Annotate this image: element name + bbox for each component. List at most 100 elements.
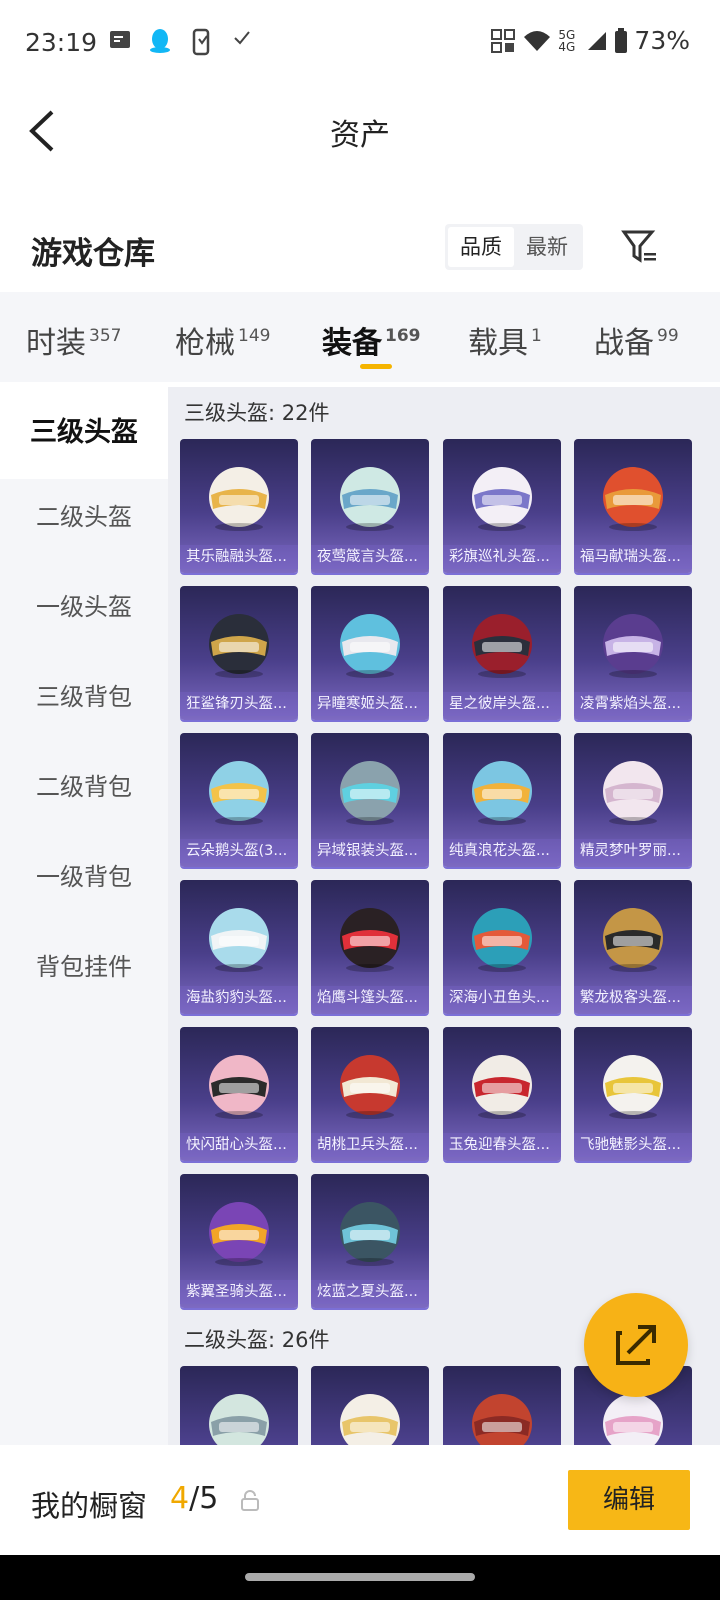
item-card[interactable]: 纯真浪花头盔... — [443, 733, 561, 867]
item-card[interactable]: 精灵梦叶罗丽... — [574, 733, 692, 867]
item-name: 精灵梦叶罗丽... — [574, 839, 692, 863]
sort-newest-button[interactable]: 最新 — [514, 227, 580, 267]
item-name: 玉兔迎春头盔... — [443, 1133, 561, 1157]
helmet-image — [199, 898, 279, 974]
active-tab-indicator — [360, 364, 392, 369]
helmet-image — [462, 457, 542, 533]
item-card[interactable]: 繁龙极客头盔... — [574, 880, 692, 1014]
item-card[interactable]: 紫翼圣骑头盔... — [180, 1174, 298, 1308]
item-name: 云朵鹅头盔(3... — [180, 839, 298, 863]
helmet-image — [462, 1045, 542, 1121]
item-card[interactable]: 夜莺箴言头盔... — [311, 439, 429, 573]
share-button[interactable] — [584, 1293, 688, 1397]
helmet-image — [330, 1384, 410, 1445]
tab-fashion[interactable]: 时装 357 — [26, 318, 121, 362]
item-name: 异瞳寒姬头盔... — [311, 692, 429, 716]
sidebar-item-backpack-charm[interactable]: 背包挂件 — [0, 921, 168, 1013]
item-card[interactable]: 胡桃卫兵头盔... — [311, 1027, 429, 1161]
helmet-image — [593, 751, 673, 827]
item-name: 其乐融融头盔... — [180, 545, 298, 569]
item-name: 繁龙极客头盔... — [574, 986, 692, 1010]
item-name: 星之彼岸头盔... — [443, 692, 561, 716]
sidebar-item-level1-backpack[interactable]: 一级背包 — [0, 831, 168, 923]
category-tabs: 时装 357 枪械 149 装备 169 载具 1 战备 99 — [0, 292, 720, 382]
helmet-image — [462, 604, 542, 680]
sort-quality-button[interactable]: 品质 — [448, 227, 514, 267]
helmet-image — [593, 604, 673, 680]
item-name: 异域银装头盔... — [311, 839, 429, 863]
helmet-image — [199, 1045, 279, 1121]
filter-icon[interactable] — [620, 226, 660, 266]
warehouse-title: 游戏仓库 — [31, 236, 155, 272]
item-card[interactable]: 云朵鹅头盔(3... — [180, 733, 298, 867]
item-name: 快闪甜心头盔... — [180, 1133, 298, 1157]
item-card[interactable]: 其乐融融头盔... — [180, 439, 298, 573]
helmet-image — [199, 1384, 279, 1445]
helmet-image — [199, 751, 279, 827]
helmet-image — [462, 1384, 542, 1445]
showcase-count: 4/5 — [170, 1481, 219, 1516]
lock-icon — [241, 1490, 259, 1511]
helmet-image — [330, 604, 410, 680]
home-indicator[interactable] — [245, 1573, 475, 1581]
status-bar: 23:19 5G 4G 73% — [0, 0, 720, 88]
item-card[interactable]: 凌霄紫焰头盔... — [574, 586, 692, 720]
status-time: 23:19 — [25, 28, 98, 57]
item-name: 海盐豹豹头盔... — [180, 986, 298, 1010]
item-name: 凌霄紫焰头盔... — [574, 692, 692, 716]
battery-percent: 73% — [634, 26, 690, 55]
helmet-image — [330, 457, 410, 533]
sort-toggle: 品质 最新 — [445, 224, 583, 270]
item-card[interactable]: 异域银装头盔... — [311, 733, 429, 867]
item-card[interactable]: 飞驰魅影头盔... — [574, 1027, 692, 1161]
item-card[interactable] — [180, 1366, 298, 1445]
section-label-level2-helmet: 二级头盔: 26件 — [184, 1328, 330, 1352]
item-card[interactable]: 狂鲨锋刃头盔... — [180, 586, 298, 720]
sidebar: 三级头盔 二级头盔 一级头盔 三级背包 二级背包 一级背包 背包挂件 — [0, 387, 168, 1445]
item-name: 纯真浪花头盔... — [443, 839, 561, 863]
phone-sync-icon — [192, 28, 210, 56]
item-name: 焰鹰斗篷头盔... — [311, 986, 429, 1010]
network-type: 5G 4G — [558, 27, 576, 54]
sidebar-item-level2-helmet[interactable]: 二级头盔 — [0, 471, 168, 563]
wifi-icon — [524, 30, 551, 51]
item-card[interactable] — [443, 1366, 561, 1445]
signal-icon — [588, 31, 607, 50]
sidebar-item-level1-helmet[interactable]: 一级头盔 — [0, 561, 168, 653]
item-name: 炫蓝之夏头盔... — [311, 1280, 429, 1304]
helmet-image — [593, 898, 673, 974]
item-name: 紫翼圣骑头盔... — [180, 1280, 298, 1304]
item-card[interactable]: 深海小丑鱼头... — [443, 880, 561, 1014]
item-card[interactable]: 炫蓝之夏头盔... — [311, 1174, 429, 1308]
sidebar-item-level3-helmet[interactable]: 三级头盔 — [0, 387, 168, 479]
item-card[interactable]: 异瞳寒姬头盔... — [311, 586, 429, 720]
item-name: 胡桃卫兵头盔... — [311, 1133, 429, 1157]
tab-equipment[interactable]: 装备 169 — [322, 318, 421, 362]
item-card[interactable] — [311, 1366, 429, 1445]
item-card[interactable]: 星之彼岸头盔... — [443, 586, 561, 720]
item-card[interactable]: 焰鹰斗篷头盔... — [311, 880, 429, 1014]
tab-supplies[interactable]: 战备 99 — [594, 318, 679, 362]
helmet-image — [330, 1192, 410, 1268]
item-name: 夜莺箴言头盔... — [311, 545, 429, 569]
tab-weapons[interactable]: 枪械 149 — [175, 318, 270, 362]
item-card[interactable]: 海盐豹豹头盔... — [180, 880, 298, 1014]
helmet-image — [462, 751, 542, 827]
section-label-level3-helmet: 三级头盔: 22件 — [184, 401, 330, 425]
item-name: 彩旗巡礼头盔... — [443, 545, 561, 569]
helmet-image — [199, 457, 279, 533]
edit-button[interactable]: 编辑 — [568, 1470, 690, 1530]
helmet-image — [199, 1192, 279, 1268]
helmet-image — [593, 457, 673, 533]
tab-vehicles[interactable]: 载具 1 — [468, 318, 542, 362]
item-card[interactable]: 彩旗巡礼头盔... — [443, 439, 561, 573]
system-nav-bar — [0, 1555, 720, 1600]
item-card[interactable]: 快闪甜心头盔... — [180, 1027, 298, 1161]
battery-icon — [615, 27, 628, 53]
sidebar-item-level3-backpack[interactable]: 三级背包 — [0, 651, 168, 743]
item-card[interactable]: 玉兔迎春头盔... — [443, 1027, 561, 1161]
sidebar-item-level2-backpack[interactable]: 二级背包 — [0, 741, 168, 833]
item-card[interactable]: 福马献瑞头盔... — [574, 439, 692, 573]
helmet-image — [462, 898, 542, 974]
item-name: 飞驰魅影头盔... — [574, 1133, 692, 1157]
